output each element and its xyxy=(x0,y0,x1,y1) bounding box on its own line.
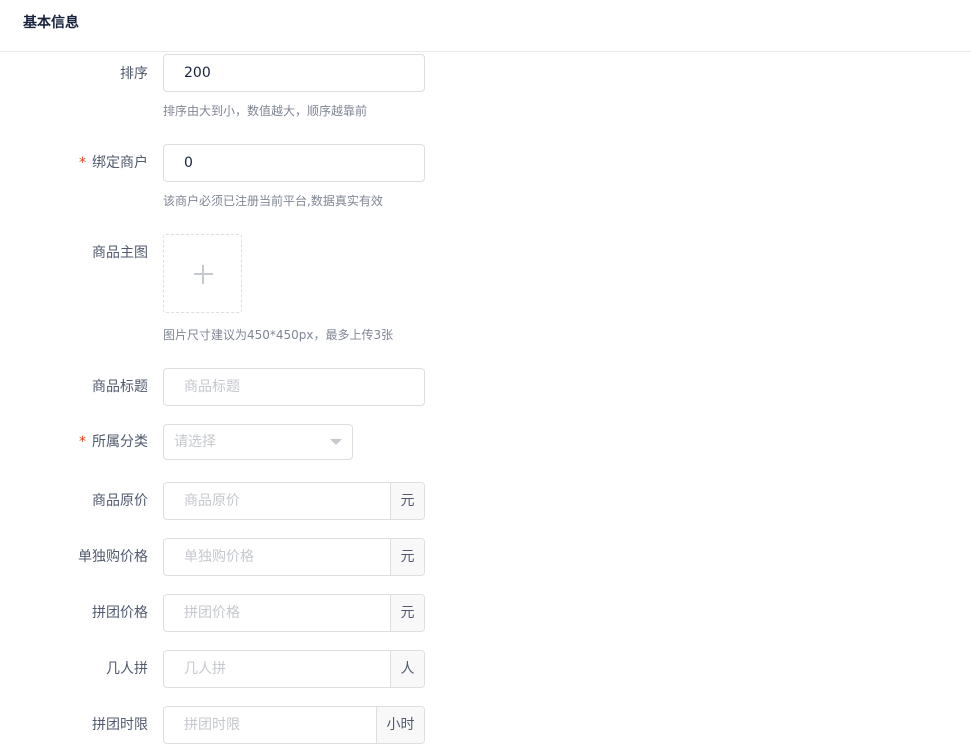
title-input[interactable]: 商品标题 xyxy=(163,368,425,406)
group-price-input[interactable]: 拼团价格 元 xyxy=(163,594,425,632)
group-size-input[interactable]: 几人拼 人 xyxy=(163,650,425,688)
merchant-input[interactable]: 0 xyxy=(163,144,425,182)
merchant-value: 0 xyxy=(184,155,193,171)
chevron-down-icon xyxy=(330,439,342,445)
required-mark: * xyxy=(79,434,86,450)
group-time-limit-label: 拼团时限 xyxy=(92,717,148,733)
section-title: 基本信息 xyxy=(23,15,79,31)
group-time-limit-input[interactable]: 拼团时限 小时 xyxy=(163,706,425,744)
card-header: 基本信息 xyxy=(0,0,971,52)
main-image-label: 商品主图 xyxy=(92,245,148,261)
group-price-unit: 元 xyxy=(390,595,424,631)
category-placeholder: 请选择 xyxy=(174,434,216,450)
group-time-limit-placeholder: 拼团时限 xyxy=(184,717,240,733)
group-price-label: 拼团价格 xyxy=(92,605,148,621)
main-image-hint: 图片尺寸建议为450*450px，最多上传3张 xyxy=(163,328,394,342)
group-time-limit-unit: 小时 xyxy=(376,707,424,743)
group-size-unit: 人 xyxy=(390,651,424,687)
image-upload-button[interactable] xyxy=(163,234,242,313)
category-select[interactable]: 请选择 xyxy=(163,424,353,460)
sort-input[interactable]: 200 xyxy=(163,54,425,92)
original-price-unit: 元 xyxy=(390,483,424,519)
original-price-input[interactable]: 商品原价 元 xyxy=(163,482,425,520)
merchant-hint: 该商户必须已注册当前平台,数据真实有效 xyxy=(163,194,383,208)
single-price-placeholder: 单独购价格 xyxy=(184,549,254,565)
title-label: 商品标题 xyxy=(92,379,148,395)
sort-label: 排序 xyxy=(120,66,148,82)
group-price-placeholder: 拼团价格 xyxy=(184,605,240,621)
title-placeholder: 商品标题 xyxy=(184,379,240,395)
group-size-label: 几人拼 xyxy=(106,661,148,677)
required-mark: * xyxy=(79,155,86,171)
sort-value: 200 xyxy=(184,65,211,81)
sort-hint: 排序由大到小，数值越大，顺序越靠前 xyxy=(163,104,368,118)
merchant-label: * 绑定商户 xyxy=(79,155,148,171)
single-price-unit: 元 xyxy=(390,539,424,575)
group-size-placeholder: 几人拼 xyxy=(184,661,226,677)
original-price-label: 商品原价 xyxy=(92,493,148,509)
single-price-input[interactable]: 单独购价格 元 xyxy=(163,538,425,576)
single-price-label: 单独购价格 xyxy=(78,549,148,565)
original-price-placeholder: 商品原价 xyxy=(184,493,240,509)
category-label: * 所属分类 xyxy=(79,434,148,450)
